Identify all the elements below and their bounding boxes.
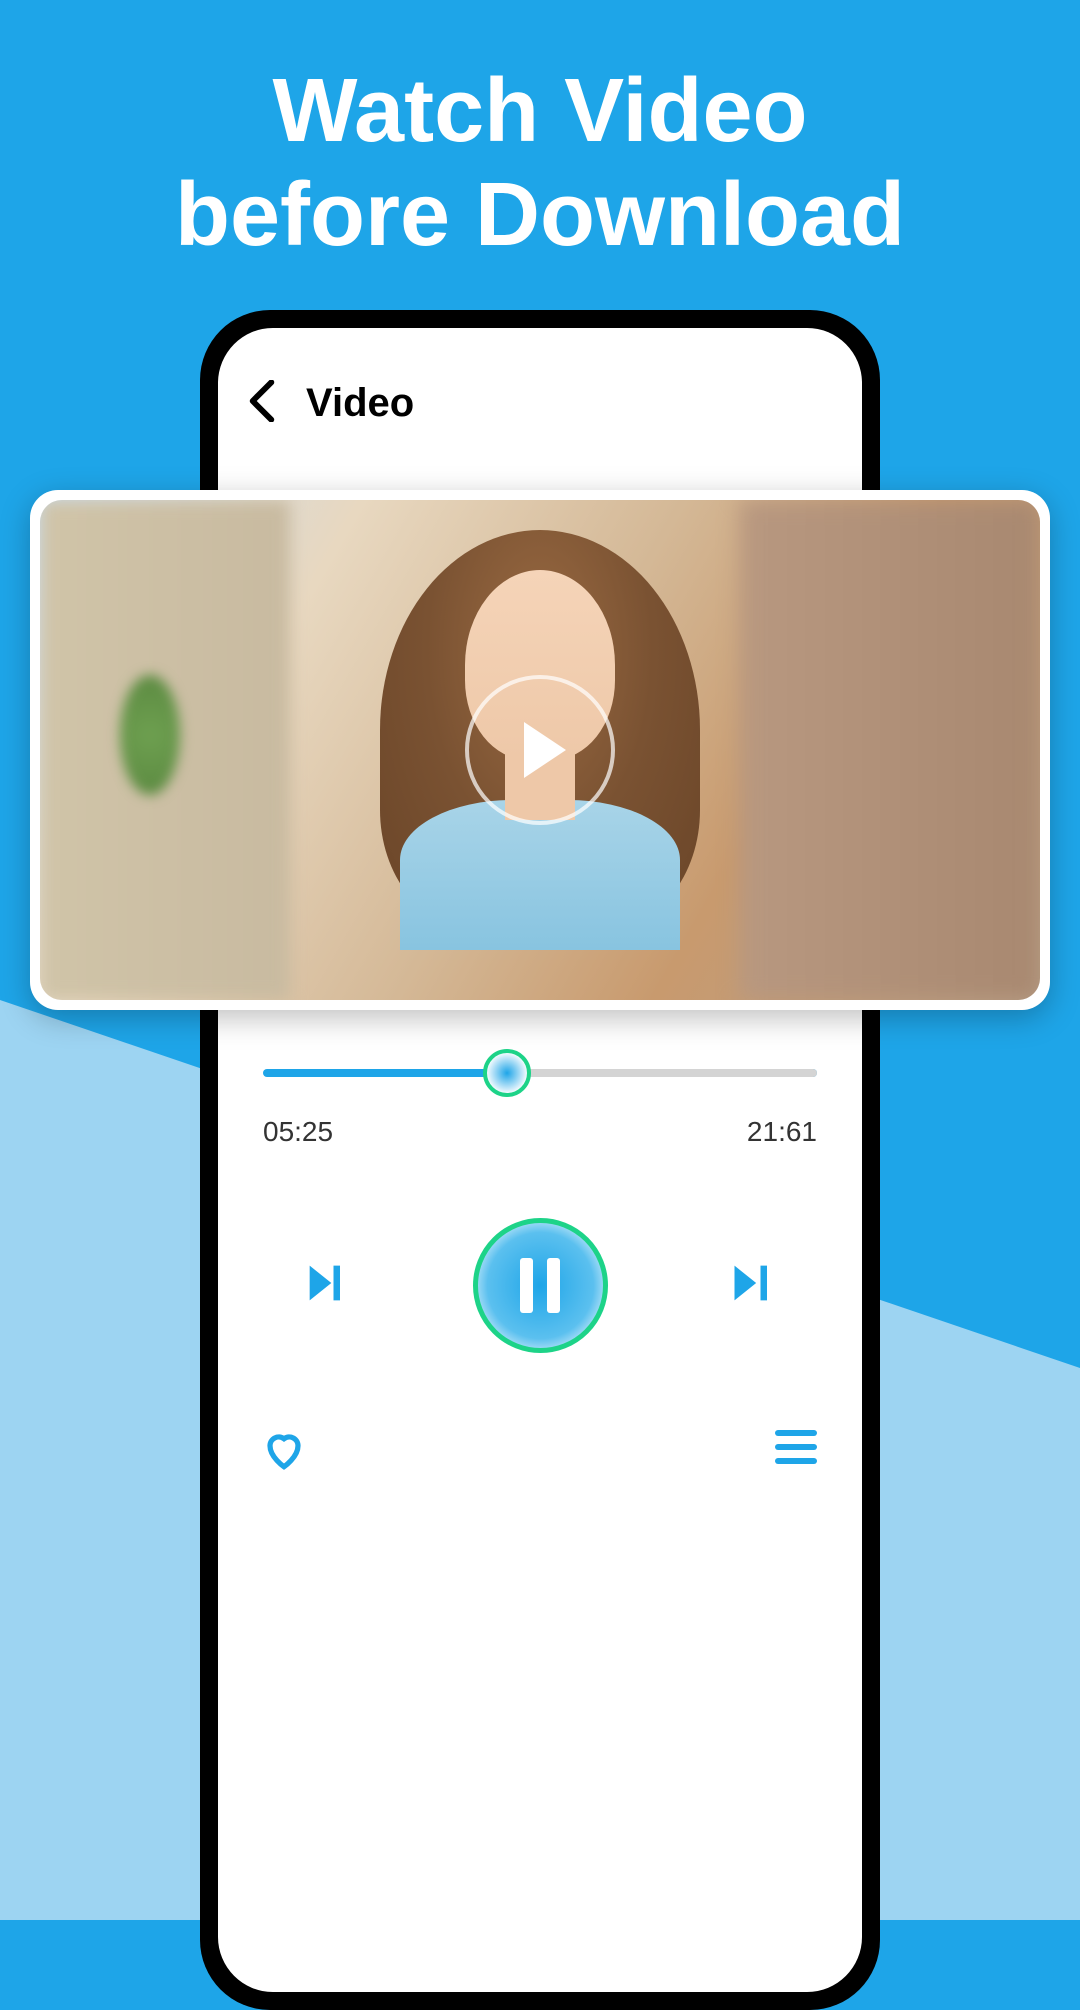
progress-thumb[interactable] [483, 1049, 531, 1097]
heart-icon[interactable] [263, 1430, 305, 1477]
promo-headline: Watch Video before Download [0, 60, 1080, 267]
app-header: Video [218, 328, 862, 457]
pause-icon [547, 1258, 560, 1313]
menu-icon[interactable] [775, 1430, 817, 1477]
pause-button[interactable] [473, 1218, 608, 1353]
play-icon [524, 722, 566, 778]
page-title: Video [306, 381, 414, 426]
progress-slider[interactable] [263, 1048, 817, 1098]
bottom-toolbar [218, 1430, 862, 1477]
current-time: 05:25 [263, 1116, 333, 1148]
progress-track [263, 1069, 817, 1077]
playback-buttons [263, 1218, 817, 1353]
player-controls: 05:25 21:61 [218, 1048, 862, 1353]
pause-icon [520, 1258, 533, 1313]
back-icon[interactable] [248, 380, 276, 427]
play-button[interactable] [465, 675, 615, 825]
next-button[interactable] [728, 1257, 780, 1314]
total-time: 21:61 [747, 1116, 817, 1148]
video-preview-card [30, 490, 1050, 1010]
video-thumbnail [40, 500, 1040, 1000]
time-labels: 05:25 21:61 [263, 1116, 817, 1148]
promo-line-1: Watch Video [272, 61, 807, 161]
promo-line-2: before Download [175, 165, 905, 265]
previous-button[interactable] [301, 1257, 353, 1314]
